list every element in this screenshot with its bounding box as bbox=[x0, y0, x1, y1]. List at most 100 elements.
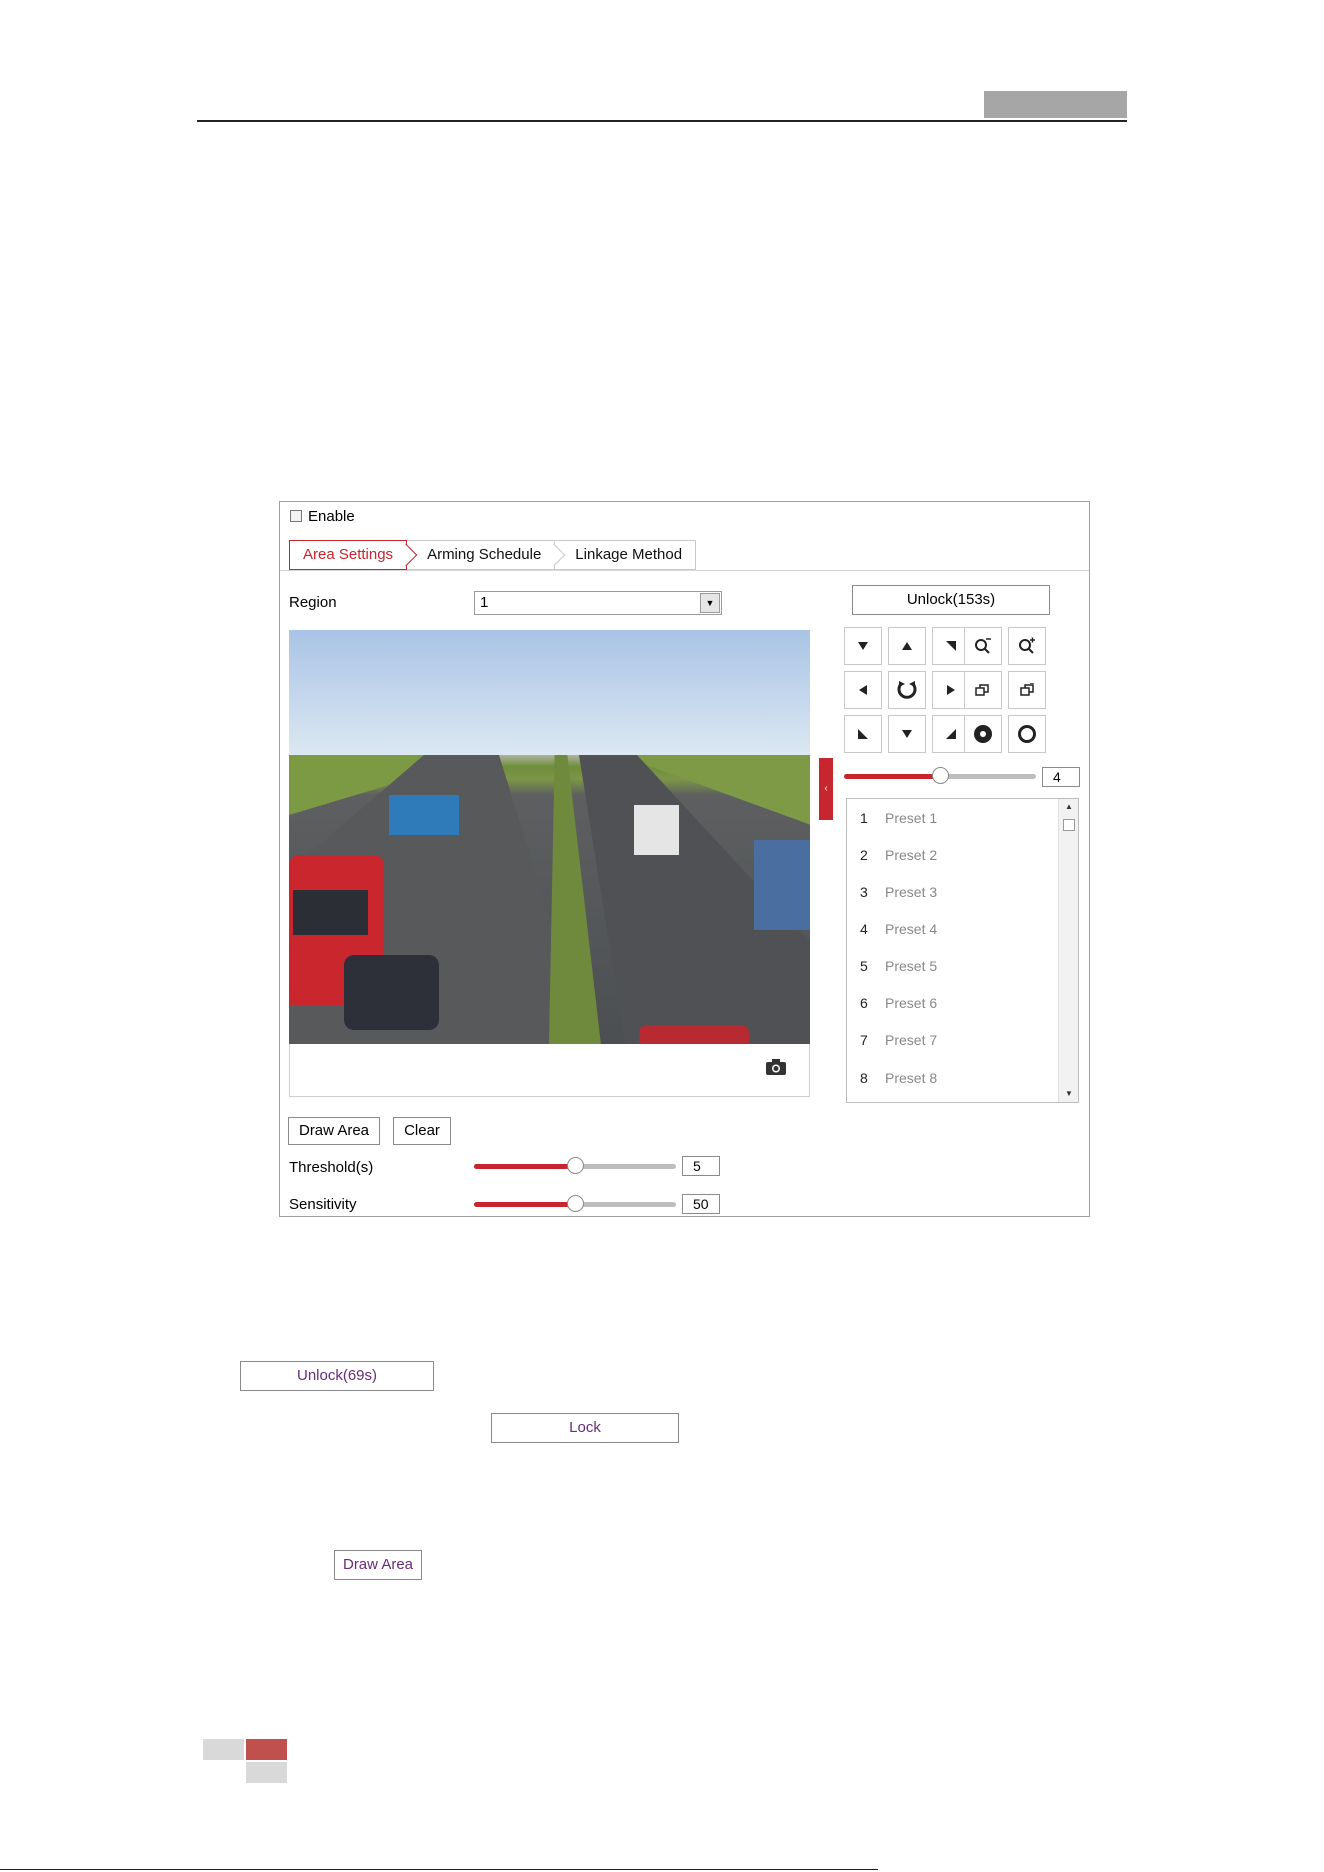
region-value: 1 bbox=[480, 594, 489, 611]
arrow-down-icon bbox=[858, 642, 868, 650]
scroll-up-icon[interactable]: ▲ bbox=[1059, 799, 1078, 815]
lock-button[interactable]: Lock bbox=[491, 1413, 679, 1443]
footer-rule bbox=[0, 1869, 878, 1870]
enable-checkbox[interactable] bbox=[290, 510, 302, 522]
iris-close-button[interactable] bbox=[964, 715, 1002, 753]
ptz-auto-button[interactable] bbox=[888, 671, 926, 709]
arrow-down-icon bbox=[902, 730, 912, 738]
list-item[interactable]: 1 Preset 1 bbox=[847, 799, 1057, 836]
ptz-collapse-handle[interactable]: ‹ bbox=[819, 758, 833, 820]
region-select[interactable]: 1 ▼ bbox=[474, 591, 722, 615]
live-video[interactable] bbox=[289, 630, 810, 1044]
sensitivity-slider[interactable] bbox=[474, 1195, 676, 1212]
preset-number: 1 bbox=[860, 809, 868, 826]
iris-open-button[interactable] bbox=[1008, 715, 1046, 753]
tab-bar: Area Settings Arming Schedule Linkage Me… bbox=[289, 540, 697, 570]
preset-name: Preset 8 bbox=[885, 1069, 938, 1086]
ptz-down-left-button[interactable] bbox=[844, 715, 882, 753]
area-settings-screenshot: Enable Area Settings Arming Schedule Lin… bbox=[279, 501, 1090, 1217]
video-sky bbox=[289, 630, 810, 755]
preset-number: 2 bbox=[860, 846, 868, 863]
zoom-out-icon bbox=[975, 638, 991, 654]
slider-fill bbox=[474, 1164, 575, 1169]
draw-area-button[interactable]: Draw Area bbox=[288, 1117, 380, 1145]
arrow-diagonal-icon bbox=[946, 729, 956, 739]
tab-arming-schedule[interactable]: Arming Schedule bbox=[407, 540, 566, 570]
focus-far-button[interactable] bbox=[1008, 671, 1046, 709]
header-rule bbox=[197, 120, 1127, 122]
unlock-button[interactable]: Unlock(153s) bbox=[852, 585, 1050, 615]
list-item[interactable]: 7 Preset 7 bbox=[847, 1021, 1057, 1058]
zoom-out-button[interactable] bbox=[964, 627, 1002, 665]
arrow-right-icon bbox=[947, 685, 955, 695]
zoom-in-icon bbox=[1019, 637, 1035, 654]
list-item[interactable]: 6 Preset 6 bbox=[847, 984, 1057, 1021]
slider-knob[interactable] bbox=[567, 1195, 584, 1212]
preset-number: 6 bbox=[860, 994, 868, 1011]
footer-square-light bbox=[246, 1762, 287, 1783]
region-label: Region bbox=[289, 594, 337, 611]
ptz-left-button[interactable] bbox=[844, 671, 882, 709]
camera-icon[interactable] bbox=[765, 1058, 787, 1080]
footer-square-red bbox=[246, 1739, 287, 1760]
threshold-slider[interactable] bbox=[474, 1157, 676, 1174]
ptz-speed-value[interactable]: 4 bbox=[1042, 767, 1080, 787]
preset-number: 5 bbox=[860, 957, 868, 974]
arrow-left-icon bbox=[859, 685, 867, 695]
sensitivity-label: Sensitivity bbox=[289, 1196, 357, 1213]
rotate-icon bbox=[897, 681, 917, 699]
preset-number: 4 bbox=[860, 920, 868, 937]
header-tab bbox=[984, 91, 1127, 118]
threshold-value[interactable]: 5 bbox=[682, 1156, 720, 1176]
ptz-down-button[interactable] bbox=[888, 715, 926, 753]
enable-label: Enable bbox=[308, 507, 355, 525]
video-bus-window bbox=[293, 890, 368, 935]
manual-page: Enable Area Settings Arming Schedule Lin… bbox=[0, 0, 1324, 1872]
video-truck-right bbox=[754, 840, 810, 930]
scroll-thumb[interactable] bbox=[1063, 819, 1075, 831]
arrow-diagonal-icon bbox=[946, 641, 956, 651]
chevron-down-icon[interactable]: ▼ bbox=[700, 593, 720, 613]
preset-name: Preset 1 bbox=[885, 809, 938, 826]
focus-near-icon bbox=[975, 684, 989, 696]
tab-arming-schedule-label: Arming Schedule bbox=[427, 546, 542, 563]
preset-name: Preset 3 bbox=[885, 883, 938, 900]
ptz-speed-slider[interactable] bbox=[844, 767, 1036, 784]
preset-name: Preset 5 bbox=[885, 957, 938, 974]
slider-fill bbox=[844, 774, 940, 779]
preset-name: Preset 2 bbox=[885, 846, 938, 863]
zoom-in-button[interactable] bbox=[1008, 627, 1046, 665]
focus-near-button[interactable] bbox=[964, 671, 1002, 709]
scroll-down-icon[interactable]: ▼ bbox=[1059, 1086, 1078, 1102]
video-truck bbox=[389, 795, 459, 835]
footer-square-light bbox=[203, 1739, 244, 1760]
enable-row[interactable]: Enable bbox=[290, 507, 355, 525]
tabs-divider bbox=[280, 570, 1089, 571]
arrow-up-icon bbox=[902, 642, 912, 650]
draw-area-button[interactable]: Draw Area bbox=[334, 1550, 422, 1580]
preset-number: 7 bbox=[860, 1031, 868, 1048]
slider-knob[interactable] bbox=[932, 767, 949, 784]
preset-scrollbar[interactable]: ▲ ▼ bbox=[1058, 799, 1078, 1102]
list-item[interactable]: 2 Preset 2 bbox=[847, 836, 1057, 873]
list-item[interactable]: 8 Preset 8 bbox=[847, 1059, 1057, 1096]
ptz-up-button[interactable] bbox=[888, 627, 926, 665]
tab-area-settings[interactable]: Area Settings bbox=[289, 540, 418, 570]
preset-list: 1 Preset 1 2 Preset 2 3 Preset 3 4 Prese… bbox=[846, 798, 1079, 1103]
sensitivity-value[interactable]: 50 bbox=[682, 1194, 720, 1214]
list-item[interactable]: 5 Preset 5 bbox=[847, 947, 1057, 984]
clear-button[interactable]: Clear bbox=[393, 1117, 451, 1145]
video-car bbox=[344, 955, 439, 1030]
threshold-label: Threshold(s) bbox=[289, 1159, 374, 1176]
preset-name: Preset 4 bbox=[885, 920, 938, 937]
unlock-button[interactable]: Unlock(69s) bbox=[240, 1361, 434, 1391]
video-toolbar bbox=[289, 1044, 810, 1097]
ptz-up-left-button[interactable] bbox=[844, 627, 882, 665]
tab-linkage-method[interactable]: Linkage Method bbox=[555, 540, 697, 570]
arrow-diagonal-icon bbox=[858, 729, 868, 739]
list-item[interactable]: 3 Preset 3 bbox=[847, 873, 1057, 910]
list-item[interactable]: 4 Preset 4 bbox=[847, 910, 1057, 947]
slider-knob[interactable] bbox=[567, 1157, 584, 1174]
tab-linkage-method-label: Linkage Method bbox=[575, 546, 683, 563]
video-van bbox=[634, 805, 679, 855]
